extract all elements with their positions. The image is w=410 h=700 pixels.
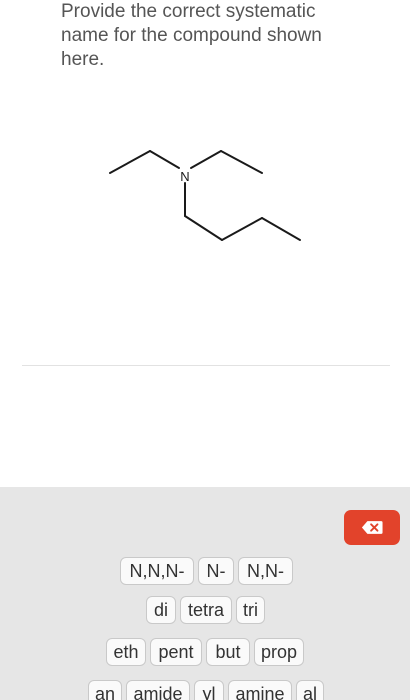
- tile-al[interactable]: al: [296, 680, 324, 700]
- tile-yl[interactable]: yl: [194, 680, 224, 700]
- bond-left-1: [109, 150, 151, 174]
- tile-eth[interactable]: eth: [106, 638, 146, 666]
- tile-n-n-n[interactable]: N,N,N-: [120, 557, 194, 585]
- delete-button[interactable]: [344, 510, 400, 545]
- tile-pent[interactable]: pent: [150, 638, 202, 666]
- tile-n-n[interactable]: N,N-: [238, 557, 293, 585]
- bond-right-2: [220, 150, 263, 174]
- tile-amine[interactable]: amine: [228, 680, 292, 700]
- tile-di[interactable]: di: [146, 596, 176, 624]
- bond-down-2: [184, 215, 223, 241]
- question-page: Provide the correct systematic name for …: [0, 0, 410, 700]
- bond-down-4: [261, 217, 301, 241]
- tile-an[interactable]: an: [88, 680, 122, 700]
- tile-n[interactable]: N-: [198, 557, 234, 585]
- backspace-x-icon: [361, 521, 383, 534]
- bond-down-3: [221, 217, 263, 241]
- tile-but[interactable]: but: [206, 638, 250, 666]
- bond-right-1: [190, 150, 222, 169]
- tile-tri[interactable]: tri: [236, 596, 265, 624]
- tile-tetra[interactable]: tetra: [180, 596, 232, 624]
- tile-amide[interactable]: amide: [126, 680, 190, 700]
- section-divider: [22, 365, 390, 366]
- question-text: Provide the correct systematic name for …: [61, 1, 322, 70]
- nitrogen-atom-label: N: [180, 169, 189, 184]
- molecule-structure: N: [109, 150, 301, 241]
- bond-left-2: [149, 150, 180, 169]
- tile-prop[interactable]: prop: [254, 638, 304, 666]
